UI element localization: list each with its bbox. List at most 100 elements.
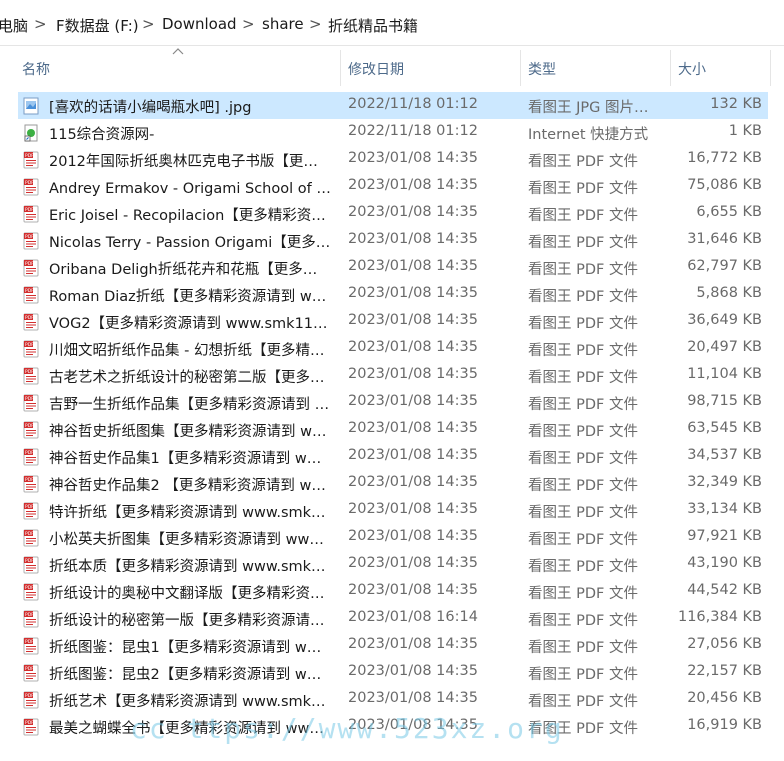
pdf-file-icon: PDF xyxy=(22,583,40,601)
chevron-right-icon[interactable]: > xyxy=(242,15,255,33)
file-row[interactable]: PDF 特许折纸【更多精彩资源请到 www.smk115.com】 2023/01/… xyxy=(18,497,768,524)
pdf-file-icon: PDF xyxy=(22,340,40,358)
file-modified-date: 2023/01/08 14:35 xyxy=(348,231,478,247)
address-bar[interactable]: 电脑 > F数据盘 (F:) > Download > share > 折纸精品… xyxy=(0,0,784,46)
file-type: 看图王 PDF 文件 xyxy=(528,478,638,494)
column-divider[interactable] xyxy=(670,50,671,86)
file-name: 折纸艺术【更多精彩资源请到 www.smk115.com】 xyxy=(49,694,331,710)
file-row[interactable]: PDF 川畑文昭折纸作品集 - 幻想折纸【更多精彩资源请到 www.smk115.… xyxy=(18,335,768,362)
column-header-type[interactable]: 类型 xyxy=(528,59,556,79)
file-row[interactable]: PDF 折纸本质【更多精彩资源请到 www.smk115.com】 2023/01/… xyxy=(18,551,768,578)
svg-text:PDF: PDF xyxy=(25,504,34,510)
file-row[interactable]: PDF 神谷哲史折纸图集【更多精彩资源请到 www.smk115.com】 2023… xyxy=(18,416,768,443)
file-modified-date: 2023/01/08 14:35 xyxy=(348,285,478,301)
file-modified-date: 2023/01/08 14:35 xyxy=(348,420,478,436)
file-name: VOG2【更多精彩资源请到 www.smk115.com】 xyxy=(49,316,331,332)
file-row[interactable]: PDF Roman Diaz折纸【更多精彩资源请到 www.smk115.com】… xyxy=(18,281,768,308)
file-row[interactable]: PDF 吉野一生折纸作品集【更多精彩资源请到 www.smk115.com】 202… xyxy=(18,389,768,416)
file-name: Nicolas Terry - Passion Origami【更多精彩资源请到… xyxy=(49,235,331,251)
file-row[interactable]: PDF VOG2【更多精彩资源请到 www.smk115.com】 2023/01/… xyxy=(18,308,768,335)
file-modified-date: 2023/01/08 14:35 xyxy=(348,339,478,355)
file-type: 看图王 JPG 图片文件 xyxy=(528,100,658,116)
svg-text:PDF: PDF xyxy=(25,693,34,699)
file-row[interactable]: PDF 折纸艺术【更多精彩资源请到 www.smk115.com】 2023/01/… xyxy=(18,686,768,713)
file-type: 看图王 PDF 文件 xyxy=(528,694,638,710)
file-modified-date: 2023/01/08 14:35 xyxy=(348,177,478,193)
file-modified-date: 2022/11/18 01:12 xyxy=(348,123,478,139)
file-size: 20,456 KB xyxy=(687,690,762,706)
file-modified-date: 2023/01/08 16:14 xyxy=(348,609,478,625)
column-header-date[interactable]: 修改日期 xyxy=(348,59,404,79)
file-modified-date: 2023/01/08 14:35 xyxy=(348,393,478,409)
column-header-size[interactable]: 大小 xyxy=(678,59,706,79)
file-row[interactable]: PDF 古老艺术之折纸设计的秘密第二版【更多精彩资源请到 www.smk115.c… xyxy=(18,362,768,389)
pdf-file-icon: PDF xyxy=(22,313,40,331)
file-modified-date: 2023/01/08 14:35 xyxy=(348,501,478,517)
file-row[interactable]: [喜欢的话请小编喝瓶水吧] .jpg 2022/11/18 01:12 看图王 JP… xyxy=(18,92,768,119)
file-name: Roman Diaz折纸【更多精彩资源请到 www.smk115.com】 xyxy=(49,289,331,305)
file-row[interactable]: PDF Eric Joisel - Recopilacion【更多精彩资源请到 w… xyxy=(18,200,768,227)
chevron-right-icon[interactable]: > xyxy=(309,15,322,33)
column-divider[interactable] xyxy=(770,50,771,86)
chevron-right-icon[interactable]: > xyxy=(34,15,47,33)
file-name: 川畑文昭折纸作品集 - 幻想折纸【更多精彩资源请到 www.smk115.com… xyxy=(49,343,331,359)
file-modified-date: 2023/01/08 14:35 xyxy=(348,690,478,706)
file-size: 75,086 KB xyxy=(687,177,762,193)
file-name: 神谷哲史作品集1【更多精彩资源请到 www.smk115.com】 xyxy=(49,451,331,467)
file-size: 11,104 KB xyxy=(687,366,762,382)
column-header-name[interactable]: 名称 xyxy=(22,59,50,79)
pdf-file-icon: PDF xyxy=(22,394,40,412)
column-header-row: 名称 修改日期 类型 大小 xyxy=(0,47,784,87)
file-modified-date: 2023/01/08 14:35 xyxy=(348,528,478,544)
file-type: 看图王 PDF 文件 xyxy=(528,505,638,521)
pdf-file-icon: PDF xyxy=(22,691,40,709)
svg-text:PDF: PDF xyxy=(25,369,34,375)
file-row[interactable]: PDF 小松英夫折图集【更多精彩资源请到 www.smk115.com】 2023/… xyxy=(18,524,768,551)
breadcrumb-item-download[interactable]: Download xyxy=(162,15,237,33)
file-row[interactable]: 115综合资源网- 2022/11/18 01:12 Internet 快捷方式 1 … xyxy=(18,119,768,146)
file-size: 31,646 KB xyxy=(687,231,762,247)
svg-text:PDF: PDF xyxy=(25,666,34,672)
file-modified-date: 2023/01/08 14:35 xyxy=(348,474,478,490)
file-type: 看图王 PDF 文件 xyxy=(528,586,638,602)
file-row[interactable]: PDF Nicolas Terry - Passion Origami【更多精彩资… xyxy=(18,227,768,254)
file-type: 看图王 PDF 文件 xyxy=(528,424,638,440)
file-type: 看图王 PDF 文件 xyxy=(528,181,638,197)
file-name: Eric Joisel - Recopilacion【更多精彩资源请到 www.… xyxy=(49,208,331,224)
pdf-file-icon: PDF xyxy=(22,502,40,520)
file-row[interactable]: PDF 折纸图鉴：昆虫2【更多精彩资源请到 www.smk115.com】 2023… xyxy=(18,659,768,686)
svg-text:PDF: PDF xyxy=(25,450,34,456)
file-type: 看图王 PDF 文件 xyxy=(528,154,638,170)
column-divider[interactable] xyxy=(520,50,521,86)
file-row[interactable]: PDF 神谷哲史作品集2 【更多精彩资源请到 www.smk115.com】 202… xyxy=(18,470,768,497)
file-name: 折纸设计的秘密第一版【更多精彩资源请到 www.smk115.com】 xyxy=(49,613,331,629)
file-row[interactable]: PDF 折纸图鉴：昆虫1【更多精彩资源请到 www.smk115.com】 2023… xyxy=(18,632,768,659)
svg-text:PDF: PDF xyxy=(25,180,34,186)
file-type: 看图王 PDF 文件 xyxy=(528,262,638,278)
file-type: 看图王 PDF 文件 xyxy=(528,316,638,332)
file-type: 看图王 PDF 文件 xyxy=(528,343,638,359)
file-name: 吉野一生折纸作品集【更多精彩资源请到 www.smk115.com】 xyxy=(49,397,331,413)
jpg-file-icon xyxy=(22,97,40,115)
pdf-file-icon: PDF xyxy=(22,286,40,304)
breadcrumb-item-current-folder[interactable]: 折纸精品书籍 xyxy=(328,15,418,36)
chevron-right-icon[interactable]: > xyxy=(142,15,155,33)
file-modified-date: 2023/01/08 14:35 xyxy=(348,258,478,274)
breadcrumb-item-share[interactable]: share xyxy=(262,15,304,33)
file-name: 小松英夫折图集【更多精彩资源请到 www.smk115.com】 xyxy=(49,532,331,548)
file-row[interactable]: PDF 折纸设计的奥秘中文翻译版【更多精彩资源请到 www.smk115.com】… xyxy=(18,578,768,605)
breadcrumb-item-computer[interactable]: 电脑 xyxy=(0,15,28,36)
file-name: 神谷哲史作品集2 【更多精彩资源请到 www.smk115.com】 xyxy=(49,478,331,494)
file-modified-date: 2022/11/18 01:12 xyxy=(348,96,478,112)
column-divider[interactable] xyxy=(340,50,341,86)
file-row[interactable]: PDF 神谷哲史作品集1【更多精彩资源请到 www.smk115.com】 2023… xyxy=(18,443,768,470)
file-row[interactable]: PDF Andrey Ermakov - Origami School of Fo… xyxy=(18,173,768,200)
breadcrumb-item-drive[interactable]: F数据盘 (F:) xyxy=(56,15,139,36)
svg-text:PDF: PDF xyxy=(25,558,34,564)
file-row[interactable]: PDF Oribana Deligh折纸花卉和花瓶【更多精彩资源请到 www.sm… xyxy=(18,254,768,281)
svg-text:PDF: PDF xyxy=(25,639,34,645)
file-modified-date: 2023/01/08 14:35 xyxy=(348,312,478,328)
file-row[interactable]: PDF 折纸设计的秘密第一版【更多精彩资源请到 www.smk115.com】 20… xyxy=(18,605,768,632)
pdf-file-icon: PDF xyxy=(22,664,40,682)
file-row[interactable]: PDF 2012年国际折纸奥林匹克电子书版【更多精彩资源请到 www.smk115… xyxy=(18,146,768,173)
